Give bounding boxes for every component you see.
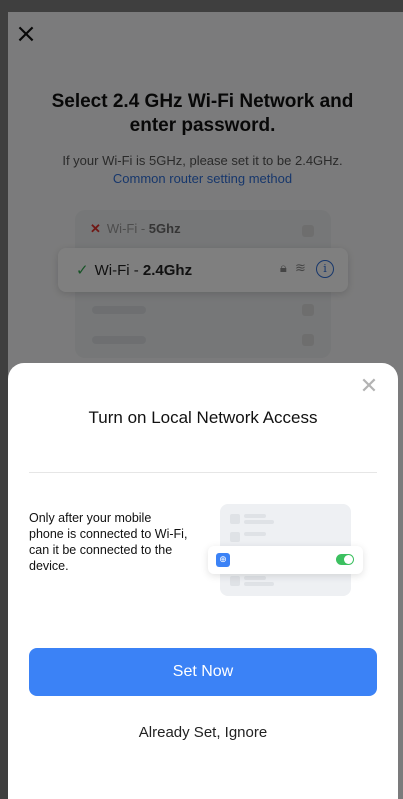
placeholder-icon [230, 514, 240, 524]
ignore-button[interactable]: Already Set, Ignore [29, 720, 377, 746]
set-now-button[interactable]: Set Now [29, 648, 377, 696]
placeholder-line [244, 582, 274, 586]
placeholder-icon [230, 576, 240, 586]
sheet-title: Turn on Local Network Access [88, 408, 318, 427]
placeholder-line [244, 514, 266, 518]
sheet-description: Only after your mobile phone is connecte… [29, 511, 188, 573]
placeholder-line [244, 532, 266, 536]
local-network-toggle-row: ⊕ [208, 546, 363, 574]
toggle-switch [336, 554, 354, 565]
placeholder-line [244, 576, 266, 580]
close-icon[interactable]: ✕ [357, 375, 381, 399]
placeholder-icon [230, 532, 240, 542]
globe-icon: ⊕ [216, 553, 230, 567]
placeholder-line [244, 520, 274, 524]
divider [29, 472, 377, 473]
